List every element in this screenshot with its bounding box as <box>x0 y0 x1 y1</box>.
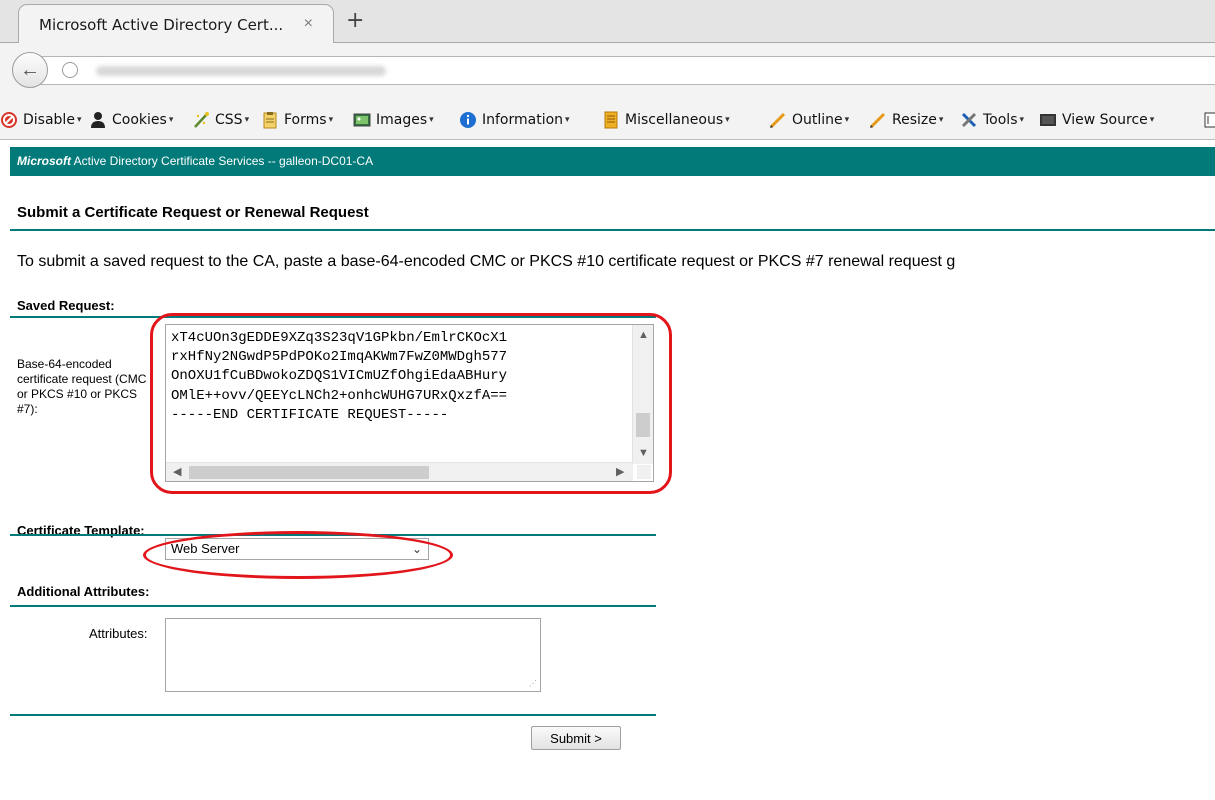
site-identity-icon[interactable] <box>62 62 78 78</box>
service-header: Microsoft Active Directory Certificate S… <box>10 147 1215 176</box>
devbar-label: Miscellaneous <box>625 112 724 128</box>
browser-tab-strip: Microsoft Active Directory Cert... × + <box>0 0 1215 44</box>
navigation-bar: ← <box>0 43 1215 100</box>
additional-attributes-label: Additional Attributes: <box>17 584 150 599</box>
resize-icon <box>869 112 886 129</box>
css-icon <box>194 112 209 128</box>
devbar-resize[interactable]: Resize ▾ <box>869 109 943 131</box>
devbar-label: CSS <box>215 112 243 128</box>
title-divider <box>10 229 1215 231</box>
devbar-overflow[interactable] <box>1203 109 1215 131</box>
devbar-label: Information <box>482 112 564 128</box>
url-bar[interactable] <box>40 56 1215 85</box>
resize-grip-icon[interactable]: ⋰ <box>529 680 537 688</box>
cookies-icon <box>91 112 105 128</box>
intro-text: To submit a saved request to the CA, pas… <box>17 253 956 270</box>
highlight-certificate-template <box>143 531 453 579</box>
web-developer-toolbar: Disable ▾ Cookies ▾ CSS ▾ Forms ▾ Images ▾ In… <box>0 100 1215 140</box>
browser-tab[interactable]: Microsoft Active Directory Cert... × <box>18 4 334 44</box>
devbar-label: Resize <box>892 112 937 128</box>
devbar-label: Cookies <box>112 112 167 128</box>
back-arrow-icon: ← <box>20 58 40 81</box>
attributes-label: Attributes: <box>89 626 148 641</box>
devbar-cookies[interactable]: Cookies ▾ <box>89 109 173 131</box>
devbar-css[interactable]: CSS ▾ <box>192 109 249 131</box>
attributes-textarea[interactable]: ⋰ <box>165 618 541 692</box>
devbar-label: Outline <box>792 112 843 128</box>
form-bottom-divider <box>10 714 656 716</box>
devbar-label: Forms <box>284 112 327 128</box>
submit-button[interactable]: Submit > <box>531 726 621 750</box>
view-source-icon <box>1040 114 1056 126</box>
devbar-label: Disable <box>23 112 75 128</box>
tab-title: Microsoft Active Directory Cert... <box>39 16 284 34</box>
service-title: Active Directory Certificate Services --… <box>71 154 374 168</box>
tools-icon <box>961 112 977 128</box>
devbar-disable[interactable]: Disable ▾ <box>0 109 81 131</box>
devbar-forms[interactable]: Forms ▾ <box>261 109 333 131</box>
devbar-images[interactable]: Images ▾ <box>353 109 434 131</box>
miscellaneous-icon <box>604 111 618 129</box>
additional-attributes-divider <box>10 605 656 607</box>
forms-icon <box>263 112 277 129</box>
disable-icon <box>1 112 17 128</box>
microsoft-brand: Microsoft <box>17 154 71 168</box>
page-title: Submit a Certificate Request or Renewal … <box>17 204 369 221</box>
page-content: Microsoft Active Directory Certificate S… <box>0 140 1215 800</box>
highlight-saved-request <box>150 313 672 494</box>
saved-request-description: Base-64-encoded certificate request (CMC… <box>17 357 147 416</box>
devbar-label: Tools <box>983 112 1018 128</box>
devbar-view-source[interactable]: View Source ▾ <box>1039 109 1154 131</box>
outline-icon <box>769 112 786 129</box>
devbar-information[interactable]: Information ▾ <box>459 109 570 131</box>
devbar-outline[interactable]: Outline ▾ <box>769 109 849 131</box>
information-icon <box>460 112 476 128</box>
back-button[interactable]: ← <box>12 52 48 88</box>
blurred-url-text <box>96 66 386 76</box>
saved-request-label: Saved Request: <box>17 298 115 313</box>
images-icon <box>353 113 371 127</box>
devbar-label: View Source <box>1062 112 1148 128</box>
devbar-miscellaneous[interactable]: Miscellaneous ▾ <box>602 109 730 131</box>
ruler-icon <box>1204 112 1215 128</box>
new-tab-button[interactable]: + <box>346 10 364 32</box>
tab-close-icon[interactable]: × <box>304 15 313 33</box>
devbar-tools[interactable]: Tools ▾ <box>960 109 1024 131</box>
devbar-label: Images <box>376 112 428 128</box>
